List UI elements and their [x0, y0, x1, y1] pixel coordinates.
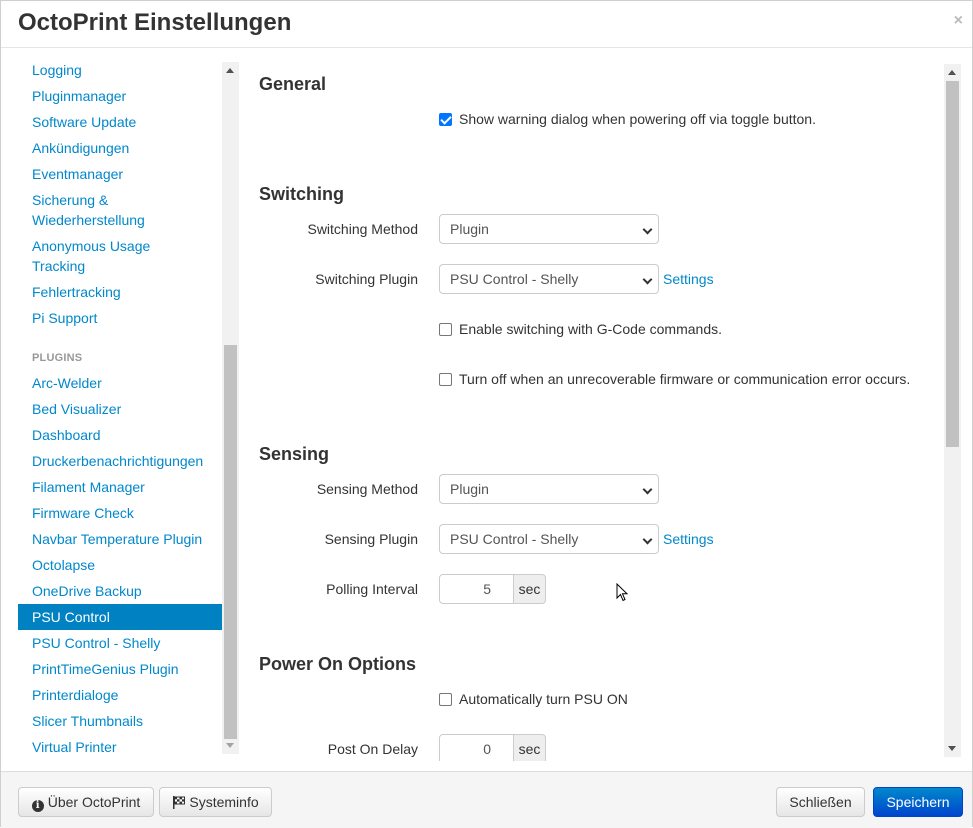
- sidebar-item-navbar-temperature[interactable]: Navbar Temperature Plugin: [18, 526, 222, 552]
- sidebar-item-pi-support[interactable]: Pi Support: [18, 305, 222, 331]
- sidebar-item-anonymous-usage-tracking[interactable]: Anonymous Usage Tracking: [18, 233, 168, 279]
- sidebar-item-octolapse[interactable]: Octolapse: [18, 552, 222, 578]
- mouse-cursor-icon: [616, 583, 629, 602]
- section-title-switching: Switching: [259, 184, 344, 204]
- sidebar-item-firmware-check[interactable]: Firmware Check: [18, 500, 222, 526]
- sidebar-item-backup-restore[interactable]: Sicherung & Wiederherstellung: [18, 187, 168, 233]
- section-title-general: General: [259, 74, 327, 94]
- flag-checkered-icon: [173, 796, 186, 809]
- polling-interval-input[interactable]: 5: [439, 574, 514, 604]
- sidebar-item-error-tracking[interactable]: Fehlertracking: [18, 279, 222, 305]
- post-on-delay-input[interactable]: 0: [439, 734, 514, 761]
- content-scrollbar[interactable]: [944, 64, 961, 757]
- sidebar-item-psu-control[interactable]: PSU Control: [18, 604, 222, 630]
- scroll-down-icon[interactable]: [226, 743, 234, 748]
- section-title-power-on: Power On Options: [259, 654, 417, 674]
- sensing-plugin-label: Sensing Plugin: [324, 531, 418, 547]
- gcode-switching-label: Enable switching with G-Code commands.: [459, 321, 723, 337]
- sidebar-item-printtimegenius[interactable]: PrintTimeGenius Plugin: [18, 656, 222, 682]
- chevron-down-icon: [642, 484, 653, 495]
- warning-dialog-option[interactable]: Show warning dialog when powering off vi…: [439, 109, 816, 129]
- sidebar-item-arc-welder[interactable]: Arc-Welder: [18, 370, 222, 396]
- chevron-down-icon: [642, 224, 653, 235]
- dialog-title: OctoPrint Einstellungen: [18, 9, 292, 36]
- settings-dialog: OctoPrint Einstellungen × Logging Plugin…: [0, 0, 973, 828]
- settings-sidebar: Logging Pluginmanager Software Update An…: [18, 57, 240, 757]
- sidebar-item-psu-control-shelly[interactable]: PSU Control - Shelly: [18, 630, 222, 656]
- sensing-settings-link[interactable]: Settings: [663, 529, 714, 549]
- scroll-down-icon[interactable]: [948, 746, 956, 751]
- auto-on-option[interactable]: Automatically turn PSU ON: [439, 689, 628, 709]
- scroll-up-icon[interactable]: [948, 70, 956, 75]
- auto-on-label: Automatically turn PSU ON: [459, 691, 628, 707]
- sidebar-scrollbar[interactable]: [222, 62, 239, 754]
- sidebar-plugins-header: PLUGINS: [32, 352, 83, 364]
- sidebar-item-printer-dialogs[interactable]: Printerdialoge: [18, 682, 222, 708]
- info-icon: i: [31, 800, 44, 812]
- about-octoprint-label: Über OctoPrint: [47, 794, 141, 810]
- sidebar-item-filament-manager[interactable]: Filament Manager: [18, 474, 222, 500]
- close-icon[interactable]: ×: [954, 11, 963, 31]
- error-turnoff-checkbox[interactable]: [439, 373, 452, 386]
- dialog-footer: i Über OctoPrint Systeminfo Schließen Spe…: [1, 771, 972, 828]
- sidebar-item-pluginmanager[interactable]: Pluginmanager: [18, 83, 222, 109]
- warning-dialog-label: Show warning dialog when powering off vi…: [459, 111, 816, 127]
- sidebar-item-bed-visualizer[interactable]: Bed Visualizer: [18, 396, 222, 422]
- error-turnoff-option[interactable]: Turn off when an unrecoverable firmware …: [439, 369, 910, 389]
- sidebar-item-logging[interactable]: Logging: [18, 57, 222, 83]
- switching-plugin-select[interactable]: PSU Control - Shelly: [439, 264, 659, 294]
- sensing-plugin-value: PSU Control - Shelly: [450, 531, 579, 547]
- sidebar-nav: Logging Pluginmanager Software Update An…: [18, 57, 222, 757]
- systeminfo-button[interactable]: Systeminfo: [159, 787, 272, 817]
- close-button[interactable]: Schließen: [776, 787, 865, 817]
- scroll-up-icon[interactable]: [226, 68, 234, 73]
- polling-interval-label: Polling Interval: [326, 581, 418, 597]
- about-octoprint-button[interactable]: i Über OctoPrint: [18, 787, 154, 817]
- chevron-down-icon: [642, 274, 653, 285]
- sidebar-item-printer-notifications[interactable]: Druckerbenachrichtigungen: [18, 448, 222, 474]
- sensing-method-label: Sensing Method: [316, 481, 418, 497]
- sidebar-item-virtual-printer[interactable]: Virtual Printer: [18, 734, 222, 757]
- sensing-method-value: Plugin: [450, 481, 489, 497]
- warning-dialog-checkbox[interactable]: [439, 113, 452, 126]
- sidebar-scrollbar-thumb[interactable]: [224, 345, 237, 739]
- sidebar-item-announcements[interactable]: Ankündigungen: [18, 135, 222, 161]
- switching-settings-link[interactable]: Settings: [663, 269, 714, 289]
- sidebar-item-software-update[interactable]: Software Update: [18, 109, 222, 135]
- sidebar-item-dashboard[interactable]: Dashboard: [18, 422, 222, 448]
- sidebar-item-eventmanager[interactable]: Eventmanager: [18, 161, 222, 187]
- sensing-plugin-select[interactable]: PSU Control - Shelly: [439, 524, 659, 554]
- settings-content: General Show warning dialog when powerin…: [241, 61, 946, 761]
- gcode-switching-checkbox[interactable]: [439, 323, 452, 336]
- gcode-switching-option[interactable]: Enable switching with G-Code commands.: [439, 319, 722, 339]
- sidebar-item-onedrive-backup[interactable]: OneDrive Backup: [18, 578, 222, 604]
- auto-on-checkbox[interactable]: [439, 693, 452, 706]
- switching-method-select[interactable]: Plugin: [439, 214, 659, 244]
- dialog-header: OctoPrint Einstellungen ×: [1, 1, 972, 48]
- switching-plugin-label: Switching Plugin: [315, 271, 418, 287]
- switching-plugin-value: PSU Control - Shelly: [450, 271, 579, 287]
- post-on-delay-label: Post On Delay: [327, 741, 418, 757]
- save-button[interactable]: Speichern: [873, 787, 963, 817]
- systeminfo-label: Systeminfo: [189, 794, 259, 810]
- content-scrollbar-thumb[interactable]: [946, 81, 959, 447]
- sensing-method-select[interactable]: Plugin: [439, 474, 659, 504]
- polling-interval-unit: sec: [513, 574, 546, 604]
- switching-method-value: Plugin: [450, 221, 489, 237]
- sidebar-item-slicer-thumbnails[interactable]: Slicer Thumbnails: [18, 708, 222, 734]
- chevron-down-icon: [642, 534, 653, 545]
- post-on-delay-unit: sec: [513, 734, 546, 761]
- error-turnoff-label: Turn off when an unrecoverable firmware …: [459, 371, 911, 387]
- switching-method-label: Switching Method: [307, 221, 418, 237]
- section-title-sensing: Sensing: [259, 444, 330, 464]
